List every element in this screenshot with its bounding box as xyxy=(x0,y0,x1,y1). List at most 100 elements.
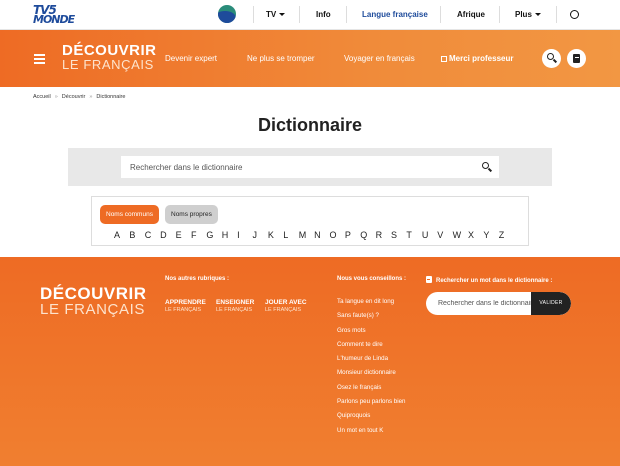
globe-icon[interactable] xyxy=(570,10,579,19)
top-nav-tv-label: TV xyxy=(266,10,277,19)
footer-brand-line-1: DÉCOUVRIR xyxy=(40,284,147,303)
rubrique-subtitle: LE FRANÇAIS xyxy=(165,307,202,313)
rubriques-heading: Nos autres rubriques : xyxy=(165,276,230,282)
rubrique-title: APPRENDRE xyxy=(165,299,206,306)
rubrique-title: ENSEIGNER xyxy=(216,299,255,306)
letter-i[interactable]: I xyxy=(237,230,252,240)
breadcrumb-separator: » xyxy=(54,94,58,100)
header-nav-ne-plus-se-tromper[interactable]: Ne plus se tromper xyxy=(247,54,315,63)
letter-j[interactable]: J xyxy=(253,230,268,240)
page-title: Dictionnaire xyxy=(257,115,363,135)
menu-icon[interactable] xyxy=(34,54,45,64)
divider xyxy=(556,6,557,23)
advice-list: Ta langue en dit long Sans faute(s) ? Gros… xyxy=(337,297,405,440)
letter-q[interactable]: Q xyxy=(360,230,375,240)
top-nav-afrique[interactable]: Afrique xyxy=(457,10,485,19)
letter-u[interactable]: U xyxy=(422,230,437,240)
letter-y[interactable]: Y xyxy=(483,230,498,240)
footer-brand[interactable]: DÉCOUVRIR LE FRANÇAIS xyxy=(40,284,147,318)
breadcrumb-current: Dictionnaire xyxy=(96,94,126,100)
letter-m[interactable]: M xyxy=(299,230,314,240)
book-icon xyxy=(573,54,580,63)
header-nav-voyager-en-francais[interactable]: Voyager en français xyxy=(344,54,415,63)
divider xyxy=(253,6,254,23)
letter-w[interactable]: W xyxy=(453,230,468,240)
advice-link[interactable]: Sans faute(s) ? xyxy=(337,311,405,325)
chevron-down-icon xyxy=(534,13,541,17)
site-header: DÉCOUVRIR LE FRANÇAIS Devenir expert Ne … xyxy=(0,30,620,87)
brand-line-2: LE FRANÇAIS xyxy=(62,57,154,72)
header-nav-merci-professeur[interactable]: Merci professeur xyxy=(441,54,513,63)
rubrique-apprendre[interactable]: APPRENDRE LE FRANÇAIS xyxy=(165,299,206,314)
tv5-channel-icon[interactable] xyxy=(218,5,236,23)
divider xyxy=(346,6,347,23)
advice-link[interactable]: L'humeur de Linda xyxy=(337,354,405,368)
letter-x[interactable]: X xyxy=(468,230,483,240)
advice-link[interactable]: Gros mots xyxy=(337,326,405,340)
letter-h[interactable]: H xyxy=(222,230,237,240)
header-brand[interactable]: DÉCOUVRIR LE FRANÇAIS xyxy=(62,42,157,72)
footer-search: VALIDER xyxy=(426,292,571,315)
logo-line-2: MONDE xyxy=(33,13,75,26)
rubrique-subtitle: LE FRANÇAIS xyxy=(265,307,302,313)
letter-k[interactable]: K xyxy=(268,230,283,240)
letter-b[interactable]: B xyxy=(129,230,144,240)
top-nav-info[interactable]: Info xyxy=(316,10,331,19)
tab-noms-propres[interactable]: Noms propres xyxy=(165,205,218,224)
valider-button[interactable]: VALIDER xyxy=(531,292,571,315)
letter-v[interactable]: V xyxy=(437,230,452,240)
top-nav-plus-label: Plus xyxy=(515,10,532,19)
letter-d[interactable]: D xyxy=(160,230,175,240)
letter-t[interactable]: T xyxy=(406,230,421,240)
book-icon xyxy=(426,276,432,283)
letter-o[interactable]: O xyxy=(329,230,344,240)
dictionary-search-input[interactable] xyxy=(121,156,461,178)
letter-c[interactable]: C xyxy=(145,230,160,240)
top-nav-plus[interactable]: Plus xyxy=(515,10,541,19)
advice-link[interactable]: Ta langue en dit long xyxy=(337,297,405,311)
letter-e[interactable]: E xyxy=(176,230,191,240)
header-dictionary-button[interactable] xyxy=(567,49,586,68)
footer-dictionary-search-input[interactable] xyxy=(426,292,533,315)
header-nav-devenir-expert[interactable]: Devenir expert xyxy=(165,54,217,63)
tv5monde-logo[interactable]: TV5 MONDE xyxy=(33,4,89,26)
advice-heading: Nous vous conseillons : xyxy=(337,276,407,282)
search-icon xyxy=(547,53,554,60)
advice-link[interactable]: Monsieur dictionnaire xyxy=(337,368,405,382)
top-nav-langue-francaise[interactable]: Langue française xyxy=(362,10,428,19)
breadcrumb-decouvrir[interactable]: Découvrir xyxy=(62,94,86,100)
breadcrumb-accueil[interactable]: Accueil xyxy=(33,94,51,100)
advice-link[interactable]: Parlons peu parlons bien xyxy=(337,397,405,411)
tab-noms-communs[interactable]: Noms communs xyxy=(100,205,159,224)
search-submit-button[interactable] xyxy=(481,161,493,173)
rubrique-jouer-avec[interactable]: JOUER AVEC LE FRANÇAIS xyxy=(265,299,307,314)
letter-g[interactable]: G xyxy=(206,230,221,240)
header-search-button[interactable] xyxy=(542,49,561,68)
advice-link[interactable]: Un mot en tout K xyxy=(337,426,405,440)
letter-s[interactable]: S xyxy=(391,230,406,240)
divider xyxy=(299,6,300,23)
header-nav-merci-professeur-label: Merci professeur xyxy=(449,54,514,63)
search-icon xyxy=(482,162,489,169)
breadcrumb-separator: » xyxy=(89,94,93,100)
letter-p[interactable]: P xyxy=(345,230,360,240)
letter-z[interactable]: Z xyxy=(499,230,514,240)
footer-brand-line-2: LE FRANÇAIS xyxy=(40,301,145,318)
advice-link[interactable]: Osez le français xyxy=(337,383,405,397)
search-box xyxy=(121,156,499,178)
letter-l[interactable]: L xyxy=(283,230,298,240)
breadcrumb: Accueil» Découvrir» Dictionnaire xyxy=(33,94,125,100)
letter-n[interactable]: N xyxy=(314,230,329,240)
rubrique-enseigner[interactable]: ENSEIGNER LE FRANÇAIS xyxy=(216,299,254,314)
alphabet-index: ABCDEFGHIJKLMNOPQRSTUVWXYZ xyxy=(114,230,514,240)
advice-link[interactable]: Quiproquois xyxy=(337,411,405,425)
advice-link[interactable]: Comment te dire xyxy=(337,340,405,354)
letter-r[interactable]: R xyxy=(376,230,391,240)
dict-heading-label: Rechercher un mot dans le dictionnaire : xyxy=(436,278,553,284)
brand-line-1: DÉCOUVRIR xyxy=(62,42,157,59)
letter-f[interactable]: F xyxy=(191,230,206,240)
top-nav-tv[interactable]: TV xyxy=(266,10,286,19)
top-bar: TV5 MONDE TV Info Langue française Afriq… xyxy=(0,0,620,30)
letter-a[interactable]: A xyxy=(114,230,129,240)
divider xyxy=(499,6,500,23)
